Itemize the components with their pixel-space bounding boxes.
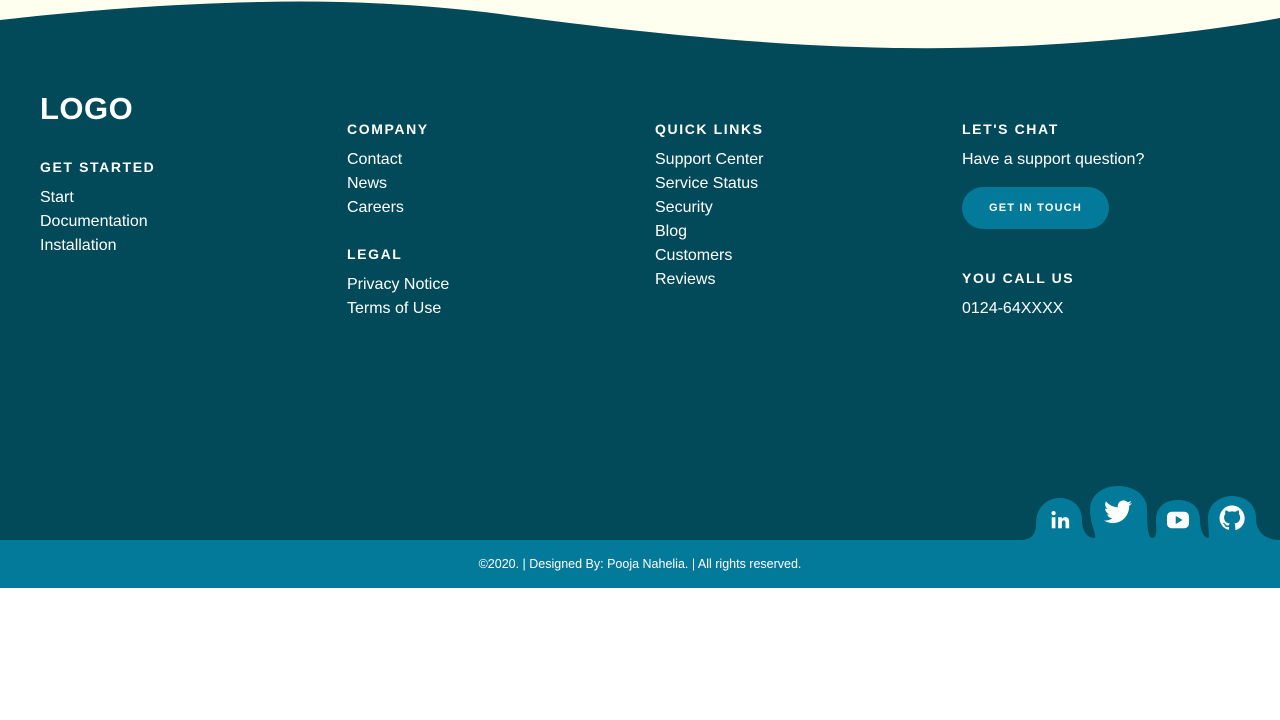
quick-links-section: QUICK LINKS Support Center Service Statu… (655, 120, 764, 292)
chat-text: Have a support question? (962, 151, 1145, 168)
link-blog[interactable]: Blog (655, 220, 764, 244)
get-started-links: Start Documentation Installation (40, 186, 155, 258)
link-support-center[interactable]: Support Center (655, 148, 764, 172)
quick-links-list: Support Center Service Status Security B… (655, 148, 764, 292)
link-security[interactable]: Security (655, 196, 764, 220)
twitter-icon (1104, 500, 1132, 524)
call-heading: YOU CALL US (962, 270, 1075, 286)
twitter-button[interactable] (1094, 490, 1142, 534)
link-contact[interactable]: Contact (347, 148, 429, 172)
link-privacy-notice[interactable]: Privacy Notice (347, 273, 449, 297)
quick-links-heading: QUICK LINKS (655, 121, 764, 137)
footer: LOGO GET STARTED Start Documentation Ins… (0, 0, 1280, 540)
company-section: COMPANY Contact News Careers (347, 120, 429, 220)
logo[interactable]: LOGO (40, 91, 133, 127)
legal-links: Privacy Notice Terms of Use (347, 273, 449, 321)
linkedin-button[interactable] (1038, 500, 1082, 540)
phone-number[interactable]: 0124-64XXXX (962, 297, 1074, 321)
github-icon (1219, 505, 1245, 531)
link-service-status[interactable]: Service Status (655, 172, 764, 196)
call-section: YOU CALL US 0124-64XXXX (962, 269, 1074, 321)
link-terms-of-use[interactable]: Terms of Use (347, 297, 449, 321)
copyright-bar: ©2020. | Designed By: Pooja Nahelia. | A… (0, 540, 1280, 588)
youtube-icon (1167, 511, 1189, 529)
legal-section: LEGAL Privacy Notice Terms of Use (347, 245, 449, 321)
link-start[interactable]: Start (40, 186, 155, 210)
copyright-text: ©2020. | Designed By: Pooja Nahelia. | A… (478, 557, 802, 571)
youtube-button[interactable] (1158, 502, 1198, 538)
link-documentation[interactable]: Documentation (40, 210, 155, 234)
get-in-touch-button[interactable]: GET IN TOUCH (962, 187, 1109, 229)
social-links (1020, 480, 1280, 540)
link-news[interactable]: News (347, 172, 429, 196)
get-started-section: GET STARTED Start Documentation Installa… (40, 158, 155, 258)
github-button[interactable] (1210, 498, 1254, 538)
link-installation[interactable]: Installation (40, 234, 155, 258)
top-wave (0, 0, 1280, 49)
legal-heading: LEGAL (347, 246, 403, 262)
get-started-heading: GET STARTED (40, 159, 156, 175)
link-careers[interactable]: Careers (347, 196, 429, 220)
linkedin-icon (1051, 511, 1070, 529)
company-links: Contact News Careers (347, 148, 429, 220)
company-heading: COMPANY (347, 121, 429, 137)
link-customers[interactable]: Customers (655, 244, 764, 268)
link-reviews[interactable]: Reviews (655, 268, 764, 292)
chat-heading: LET'S CHAT (962, 121, 1059, 137)
chat-section: LET'S CHAT Have a support question? (962, 120, 1144, 172)
